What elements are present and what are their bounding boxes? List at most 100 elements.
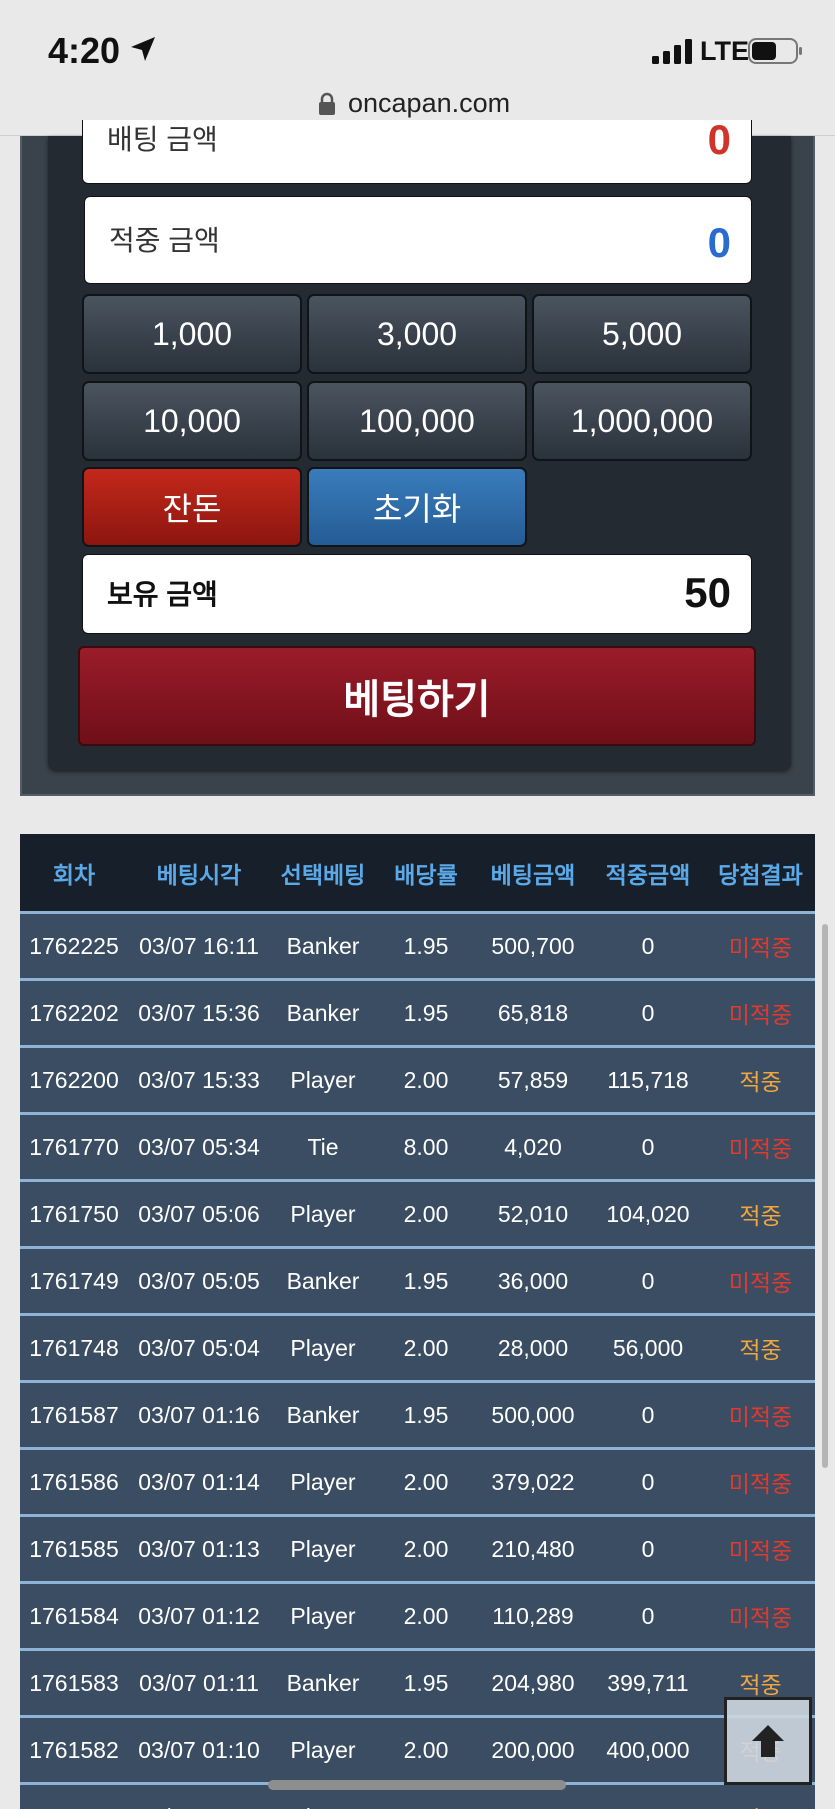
cell-bet-amount: 36,000 xyxy=(497,1267,569,1294)
bet-history-table: 회차 베팅시각 선택베팅 배당률 베팅금액 적중금액 당첨결과 1762225 0… xyxy=(20,834,815,1809)
cell-win-amount: 0 xyxy=(641,1267,655,1294)
cell-bet-amount: 500,700 xyxy=(491,932,575,959)
header-odds: 배당률 xyxy=(394,861,458,888)
cell-bet-time: 03/07 05:06 xyxy=(138,1200,260,1227)
cell-win-amount: 0 xyxy=(641,1535,655,1562)
cell-selection: Banker xyxy=(286,1401,360,1428)
table-header: 회차 베팅시각 선택베팅 배당률 베팅금액 적중금액 당첨결과 xyxy=(20,834,815,914)
cell-result: 미적중 xyxy=(728,1538,793,1564)
cell-bet-amount: 379,022 xyxy=(491,1468,575,1495)
bet-panel: 배팅 금액 0 적중 금액 0 1,000 3,000 5,000 10,000… xyxy=(20,120,815,796)
cell-bet-time: 03/07 01:13 xyxy=(138,1535,260,1562)
cell-bet-amount: 110,289 xyxy=(492,1602,574,1629)
cell-round: 1761582 xyxy=(29,1736,119,1763)
cell-bet-amount: 28,000 xyxy=(497,1334,569,1361)
cell-odds: 2.00 xyxy=(403,1602,449,1629)
cell-selection: Player xyxy=(290,1066,356,1093)
change-button[interactable]: 잔돈 xyxy=(82,467,302,547)
cell-selection: Player xyxy=(290,1468,356,1495)
cell-win-amount: 0 xyxy=(641,1401,655,1428)
cell-bet-time: 03/07 01:14 xyxy=(138,1468,260,1495)
balance-value: 50 xyxy=(684,569,731,616)
cell-round: 1761749 xyxy=(29,1267,119,1294)
cellular-signal-icon xyxy=(652,39,692,64)
cell-odds: 2.00 xyxy=(403,1200,449,1227)
cell-odds: 1.95 xyxy=(403,1401,449,1428)
home-indicator xyxy=(268,1780,566,1790)
status-bar: 4:20 LTE xyxy=(0,0,835,88)
cell-result: 미적중 xyxy=(728,1136,793,1162)
cell-odds: 2.00 xyxy=(403,1066,449,1093)
chip-button-1000[interactable]: 1,000 xyxy=(82,294,302,374)
cell-selection: Player xyxy=(290,1602,356,1629)
cell-round: 1761585 xyxy=(29,1535,119,1562)
table-row: 1761750 03/07 05:06 Player 2.00 52,010 104,02… xyxy=(20,1182,815,1249)
cell-odds: 8.00 xyxy=(403,1133,449,1160)
cell-win-amount: 0 xyxy=(641,999,655,1026)
table-row: 1761749 03/07 05:05 Banker 1.95 36,000 0 미적중 xyxy=(20,1249,815,1316)
table-row: 1761585 03/07 01:13 Player 2.00 210,480 0 미적중 xyxy=(20,1517,815,1584)
cell-result: 미적중 xyxy=(728,935,793,961)
chip-button-1000000[interactable]: 1,000,000 xyxy=(532,381,752,461)
network-type: LTE xyxy=(700,36,749,66)
cell-round: 1761770 xyxy=(29,1133,119,1160)
cell-odds: 1.95 xyxy=(403,999,449,1026)
cell-result: 미적중 xyxy=(728,1002,793,1028)
win-amount-field: 적중 금액 0 xyxy=(84,196,752,284)
cell-bet-amount: 200,000 xyxy=(491,1736,575,1763)
header-bet-time: 베팅시각 xyxy=(156,861,242,888)
table-row: 1761584 03/07 01:12 Player 2.00 110,289 0 미적중 xyxy=(20,1584,815,1651)
scroll-to-top-button[interactable] xyxy=(724,1697,812,1785)
place-bet-button[interactable]: 베팅하기 xyxy=(78,646,756,746)
table-row: 1761748 03/07 05:04 Player 2.00 28,000 56,000… xyxy=(20,1316,815,1383)
table-row: 1761770 03/07 05:34 Tie 8.00 4,020 0 미적중 xyxy=(20,1115,815,1182)
chip-button-10000[interactable]: 10,000 xyxy=(82,381,302,461)
cell-selection: Banker xyxy=(286,932,360,959)
cell-result: 적중 xyxy=(739,1069,782,1095)
cell-result: 적중 xyxy=(706,1785,815,1809)
header-bet-amount: 베팅금액 xyxy=(490,861,576,888)
cell-result: 적중 xyxy=(739,1337,782,1363)
cell-selection: Banker xyxy=(286,1669,360,1696)
table-row: 1762200 03/07 15:33 Player 2.00 57,859 115,71… xyxy=(20,1048,815,1115)
cell-bet-amount: 57,859 xyxy=(497,1066,569,1093)
cell-win-amount: 400,000 xyxy=(606,1736,690,1763)
chip-button-5000[interactable]: 5,000 xyxy=(532,294,752,374)
page-scrollbar[interactable] xyxy=(822,924,828,1468)
cell-selection: Tie xyxy=(307,1133,339,1160)
cell-round: 1762225 xyxy=(29,932,119,959)
header-selection: 선택베팅 xyxy=(280,861,366,888)
table-row: 1761582 03/07 01:10 Player 2.00 200,000 400,0… xyxy=(20,1718,815,1785)
table-row: 1761586 03/07 01:14 Player 2.00 379,022 0 미적중 xyxy=(20,1450,815,1517)
cell-win-amount: 0 xyxy=(641,1602,655,1629)
cell-result: 적중 xyxy=(739,1203,782,1229)
cell-selection: Banker xyxy=(286,999,360,1026)
cell-round: 1761581 xyxy=(20,1785,128,1809)
cell-win-amount: 104,020 xyxy=(606,1200,690,1227)
cell-round: 1761586 xyxy=(29,1468,119,1495)
cell-selection: Banker xyxy=(286,1267,360,1294)
cell-odds: 1.95 xyxy=(403,1669,449,1696)
cell-odds: 1.95 xyxy=(403,932,449,959)
cell-win-amount: 115,718 xyxy=(607,1066,689,1093)
cell-win-amount: 0 xyxy=(641,1468,655,1495)
cell-result: 미적중 xyxy=(728,1404,793,1430)
arrow-up-icon xyxy=(752,1725,784,1757)
cell-bet-time: 03/07 05:34 xyxy=(138,1133,260,1160)
cell-bet-time: 03/07 01:10 xyxy=(138,1736,260,1763)
table-row: 1762202 03/07 15:36 Banker 1.95 65,818 0 미적중 xyxy=(20,981,815,1048)
cell-round: 1761584 xyxy=(29,1602,119,1629)
bet-amount-value: 0 xyxy=(707,120,731,163)
cell-odds: 2.00 xyxy=(403,1535,449,1562)
cell-bet-amount: 52,010 xyxy=(497,1200,569,1227)
chip-button-3000[interactable]: 3,000 xyxy=(307,294,527,374)
cell-bet-time: 03/07 15:33 xyxy=(138,1066,260,1093)
cell-bet-time: 03/07 16:11 xyxy=(139,932,259,959)
cell-odds: 2.00 xyxy=(403,1736,449,1763)
header-round: 회차 xyxy=(52,861,96,888)
cell-bet-time: 03/07 05:04 xyxy=(138,1334,260,1361)
cell-round: 1761587 xyxy=(29,1401,119,1428)
reset-button[interactable]: 초기화 xyxy=(307,467,527,547)
header-win-amount: 적중금액 xyxy=(605,861,691,888)
chip-button-100000[interactable]: 100,000 xyxy=(307,381,527,461)
